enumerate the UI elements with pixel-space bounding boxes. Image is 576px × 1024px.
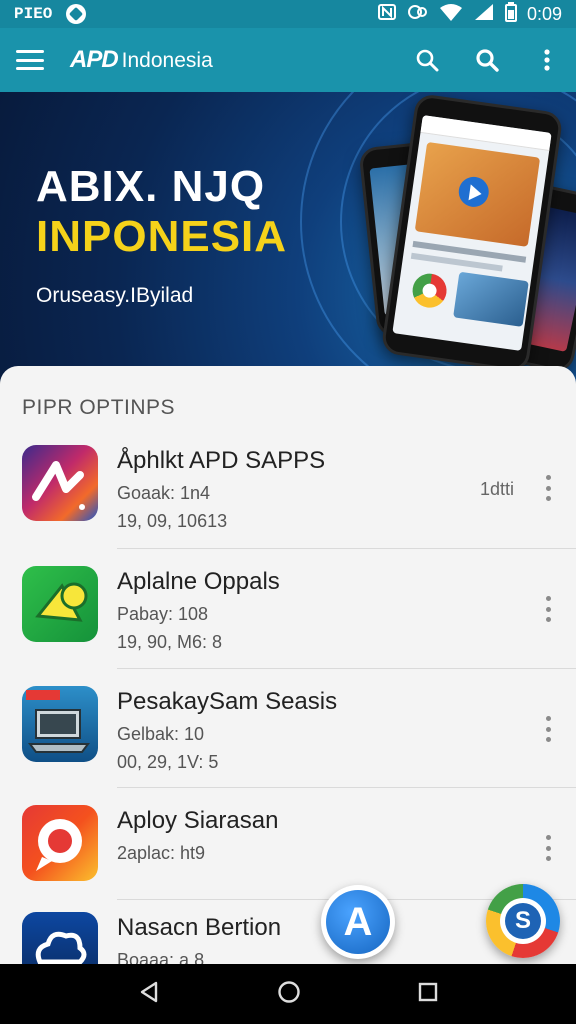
search-icon[interactable] xyxy=(474,47,500,73)
hero-subtitle: Oruseasy.IByilad xyxy=(36,284,194,307)
more-vert-icon[interactable] xyxy=(544,835,552,861)
divider xyxy=(117,787,576,788)
apd-logo-icon xyxy=(22,445,98,521)
battery-icon xyxy=(504,1,517,27)
app-meta: 00, 29, 1V: 5 xyxy=(117,752,219,772)
app-meta: Pabay: 108 xyxy=(117,604,209,624)
content-sheet: PIPR OPTINPS Åphlkt APD SAPPS Goaak: 1n4… xyxy=(0,366,576,964)
app-meta: Goaak: 1n4 xyxy=(117,483,211,503)
app-name: Nasacn Bertion xyxy=(117,914,282,941)
app-meta: 2aplac: ht9 xyxy=(117,843,206,863)
app-name: Åphlkt APD SAPPS xyxy=(117,447,326,474)
app-meta: 19, 90, M6: 8 xyxy=(117,632,223,652)
clock: 0:09 xyxy=(526,3,562,24)
divider xyxy=(117,548,576,549)
more-vert-icon[interactable] xyxy=(544,596,552,622)
recents-icon[interactable] xyxy=(418,982,438,1007)
status-bar: PIEO 0:09 xyxy=(0,0,576,28)
chat-icon xyxy=(22,805,98,881)
home-icon[interactable] xyxy=(277,980,301,1009)
hero-banner[interactable]: ABIX. NJQ INPONESIA Oruseasy.IByilad xyxy=(0,92,576,382)
brand-logo: APD xyxy=(70,46,119,73)
sync-icon xyxy=(407,3,429,26)
laptop-icon xyxy=(22,686,98,762)
app-title: Indonesia xyxy=(121,49,213,72)
fab-primary-label: A xyxy=(343,899,373,944)
wifi-icon xyxy=(439,3,463,26)
megaphone-icon xyxy=(22,566,98,642)
app-meta: Gelbak: 10 xyxy=(117,724,205,744)
back-icon[interactable] xyxy=(138,980,160,1009)
app-meta: Boaaa: a 8 xyxy=(117,950,205,964)
search-icon[interactable] xyxy=(414,47,440,73)
status-bar-label: PIEO xyxy=(14,5,53,23)
hero-title: ABIX. NJQ xyxy=(36,162,266,211)
section-title: PIPR OPTINPS xyxy=(22,396,176,419)
more-vert-icon[interactable] xyxy=(534,47,560,73)
brand: APD Indonesia xyxy=(70,46,213,74)
fab-secondary[interactable]: S xyxy=(486,884,560,958)
nfc-icon xyxy=(377,3,397,26)
signal-icon xyxy=(473,3,495,26)
notification-icon xyxy=(66,4,87,24)
app-name: PesakaySam Seasis xyxy=(117,688,338,715)
app-meta: 19, 09, 10613 xyxy=(117,511,228,531)
list-item[interactable]: Aplalne Oppals Pabay: 108 19, 90, M6: 8 xyxy=(0,566,576,684)
app-name: Aploy Siarasan xyxy=(117,807,279,834)
fab-primary[interactable]: A xyxy=(321,885,395,959)
app-badge: 1dtti xyxy=(479,479,514,499)
menu-icon[interactable] xyxy=(16,50,44,70)
more-vert-icon[interactable] xyxy=(544,475,552,501)
more-vert-icon[interactable] xyxy=(544,716,552,742)
system-nav-bar xyxy=(0,964,576,1024)
list-item[interactable]: Åphlkt APD SAPPS Goaak: 1n4 19, 09, 1061… xyxy=(0,445,576,563)
app-name: Aplalne Oppals xyxy=(117,568,280,595)
cloud-icon xyxy=(22,912,98,964)
app-bar: APD Indonesia xyxy=(0,28,576,92)
hero-title-highlight: INPONESIA xyxy=(36,212,288,261)
divider xyxy=(117,668,576,669)
fab-secondary-label: S xyxy=(514,907,531,934)
